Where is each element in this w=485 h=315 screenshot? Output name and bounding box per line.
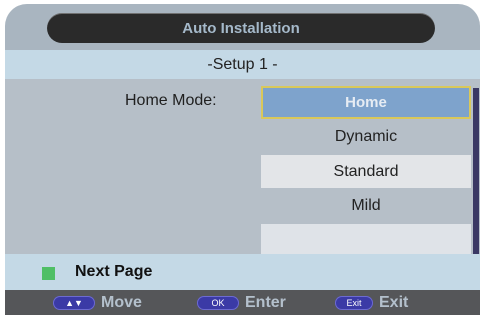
subtitle-bar: -Setup 1 -: [5, 50, 480, 79]
exit-key-icon: Exit: [335, 296, 373, 310]
next-page-label: Next Page: [75, 263, 153, 280]
osd-window: Auto Installation -Setup 1 - Home Mode: …: [5, 4, 480, 315]
scrollbar[interactable]: [473, 88, 479, 255]
enter-hint: OK Enter: [197, 294, 286, 312]
option-home[interactable]: Home: [261, 86, 471, 119]
option-label: Mild: [351, 196, 381, 214]
option-standard[interactable]: Standard: [261, 155, 471, 188]
next-page-bar[interactable]: Next Page: [5, 254, 480, 290]
option-label: Home: [345, 94, 387, 111]
enter-hint-label: Enter: [245, 294, 286, 311]
option-mild[interactable]: Mild: [261, 189, 471, 222]
option-label: Standard: [333, 162, 399, 180]
setup-step-label: -Setup 1 -: [207, 55, 278, 73]
move-hint: ▲▼ Move: [53, 294, 142, 312]
exit-hint-label: Exit: [379, 294, 409, 311]
up-down-arrows-icon: ▲▼: [53, 296, 95, 310]
settings-panel: Home Mode: Home Dynamic Standard Mild: [5, 79, 480, 257]
home-mode-label: Home Mode:: [125, 92, 217, 109]
title-bar: Auto Installation: [47, 13, 435, 43]
exit-hint: Exit Exit: [335, 294, 408, 312]
page-title: Auto Installation: [182, 19, 300, 37]
green-key-icon: [42, 267, 55, 280]
option-dynamic[interactable]: Dynamic: [261, 120, 471, 153]
ok-key-icon: OK: [197, 296, 239, 310]
option-empty[interactable]: [261, 224, 471, 257]
move-hint-label: Move: [101, 294, 142, 311]
key-hint-bar: ▲▼ Move OK Enter Exit Exit: [5, 290, 480, 315]
option-label: Dynamic: [334, 127, 398, 145]
